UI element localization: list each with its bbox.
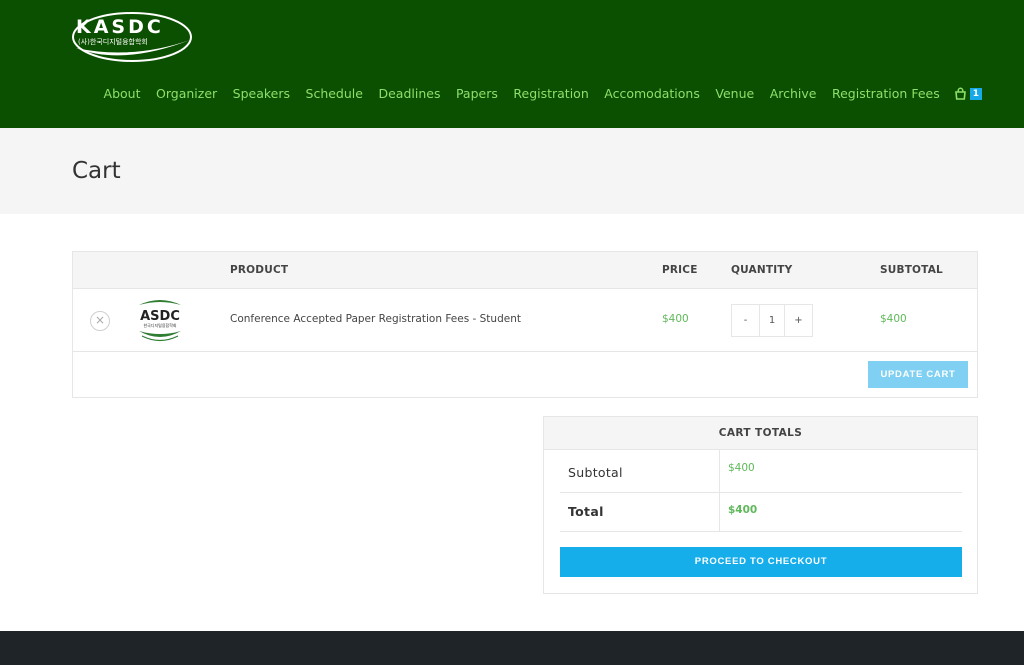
totals-total-row: Total $400 <box>560 493 962 532</box>
nav-venue[interactable]: Venue <box>715 86 754 101</box>
logo-text: KASDC <box>76 16 164 38</box>
cart-table: PRODUCT PRICE QUANTITY SUBTOTAL × ASDC 한… <box>72 251 978 398</box>
col-header-quantity: QUANTITY <box>731 264 793 276</box>
nav-registration-fees[interactable]: Registration Fees <box>832 86 940 101</box>
logo-graphic: KASDC (사)한국디지털융합학회 <box>72 12 192 62</box>
site-header: KASDC (사)한국디지털융합학회 About Organizer Speak… <box>0 0 1024 128</box>
totals-total-value: $400 <box>728 504 758 516</box>
nav-deadlines[interactable]: Deadlines <box>378 86 440 101</box>
quantity-input[interactable]: 1 <box>759 305 785 336</box>
page-title-band: Cart <box>0 128 1024 214</box>
nav-papers[interactable]: Papers <box>456 86 498 101</box>
totals-column-divider <box>719 493 720 531</box>
col-header-price: PRICE <box>662 264 698 276</box>
totals-subtotal-row: Subtotal $400 <box>560 450 962 493</box>
totals-total-label: Total <box>568 504 604 519</box>
header-cart-link[interactable]: 1 <box>954 86 982 100</box>
nav-about[interactable]: About <box>104 86 141 101</box>
site-footer <box>0 631 1024 665</box>
product-price: $400 <box>662 313 689 325</box>
nav-archive[interactable]: Archive <box>770 86 817 101</box>
product-thumbnail[interactable]: ASDC 한국디지털융합학회 <box>136 297 184 343</box>
shopping-bag-icon <box>954 87 966 100</box>
nav-speakers[interactable]: Speakers <box>233 86 290 101</box>
proceed-to-checkout-button[interactable]: PROCEED TO CHECKOUT <box>560 547 962 577</box>
thumbnail-text: ASDC <box>140 309 180 324</box>
page-title: Cart <box>72 158 121 184</box>
nav-registration[interactable]: Registration <box>513 86 588 101</box>
cart-totals-panel: CART TOTALS Subtotal $400 Total $400 PRO… <box>543 416 978 594</box>
totals-column-divider <box>719 450 720 492</box>
cart-totals-title: CART TOTALS <box>544 417 977 450</box>
cart-count-badge: 1 <box>969 88 982 100</box>
remove-item-button[interactable]: × <box>90 311 110 331</box>
asdc-logo-thumbnail: ASDC 한국디지털융합학회 <box>139 300 181 342</box>
main-nav: About Organizer Speakers Schedule Deadli… <box>104 84 982 102</box>
thumbnail-subtext: 한국디지털융합학회 <box>143 322 176 328</box>
quantity-stepper: - 1 + <box>731 304 813 337</box>
quantity-decrease-button[interactable]: - <box>732 305 759 336</box>
totals-subtotal-label: Subtotal <box>568 465 623 480</box>
nav-schedule[interactable]: Schedule <box>306 86 363 101</box>
product-name-link[interactable]: Conference Accepted Paper Registration F… <box>230 313 521 325</box>
nav-accomodations[interactable]: Accomodations <box>604 86 700 101</box>
update-cart-button[interactable]: UPDATE CART <box>868 361 968 388</box>
site-logo[interactable]: KASDC (사)한국디지털융합학회 <box>72 10 194 62</box>
totals-subtotal-value: $400 <box>728 462 755 474</box>
logo-subtext: (사)한국디지털융합학회 <box>78 37 148 46</box>
cart-item-row: × ASDC 한국디지털융합학회 Conference Accepted Pap… <box>73 289 977 352</box>
col-header-subtotal: SUBTOTAL <box>880 264 943 276</box>
quantity-increase-button[interactable]: + <box>785 305 812 336</box>
nav-organizer[interactable]: Organizer <box>156 86 217 101</box>
product-subtotal: $400 <box>880 313 907 325</box>
col-header-product: PRODUCT <box>230 264 289 276</box>
cart-table-header: PRODUCT PRICE QUANTITY SUBTOTAL <box>73 252 977 289</box>
